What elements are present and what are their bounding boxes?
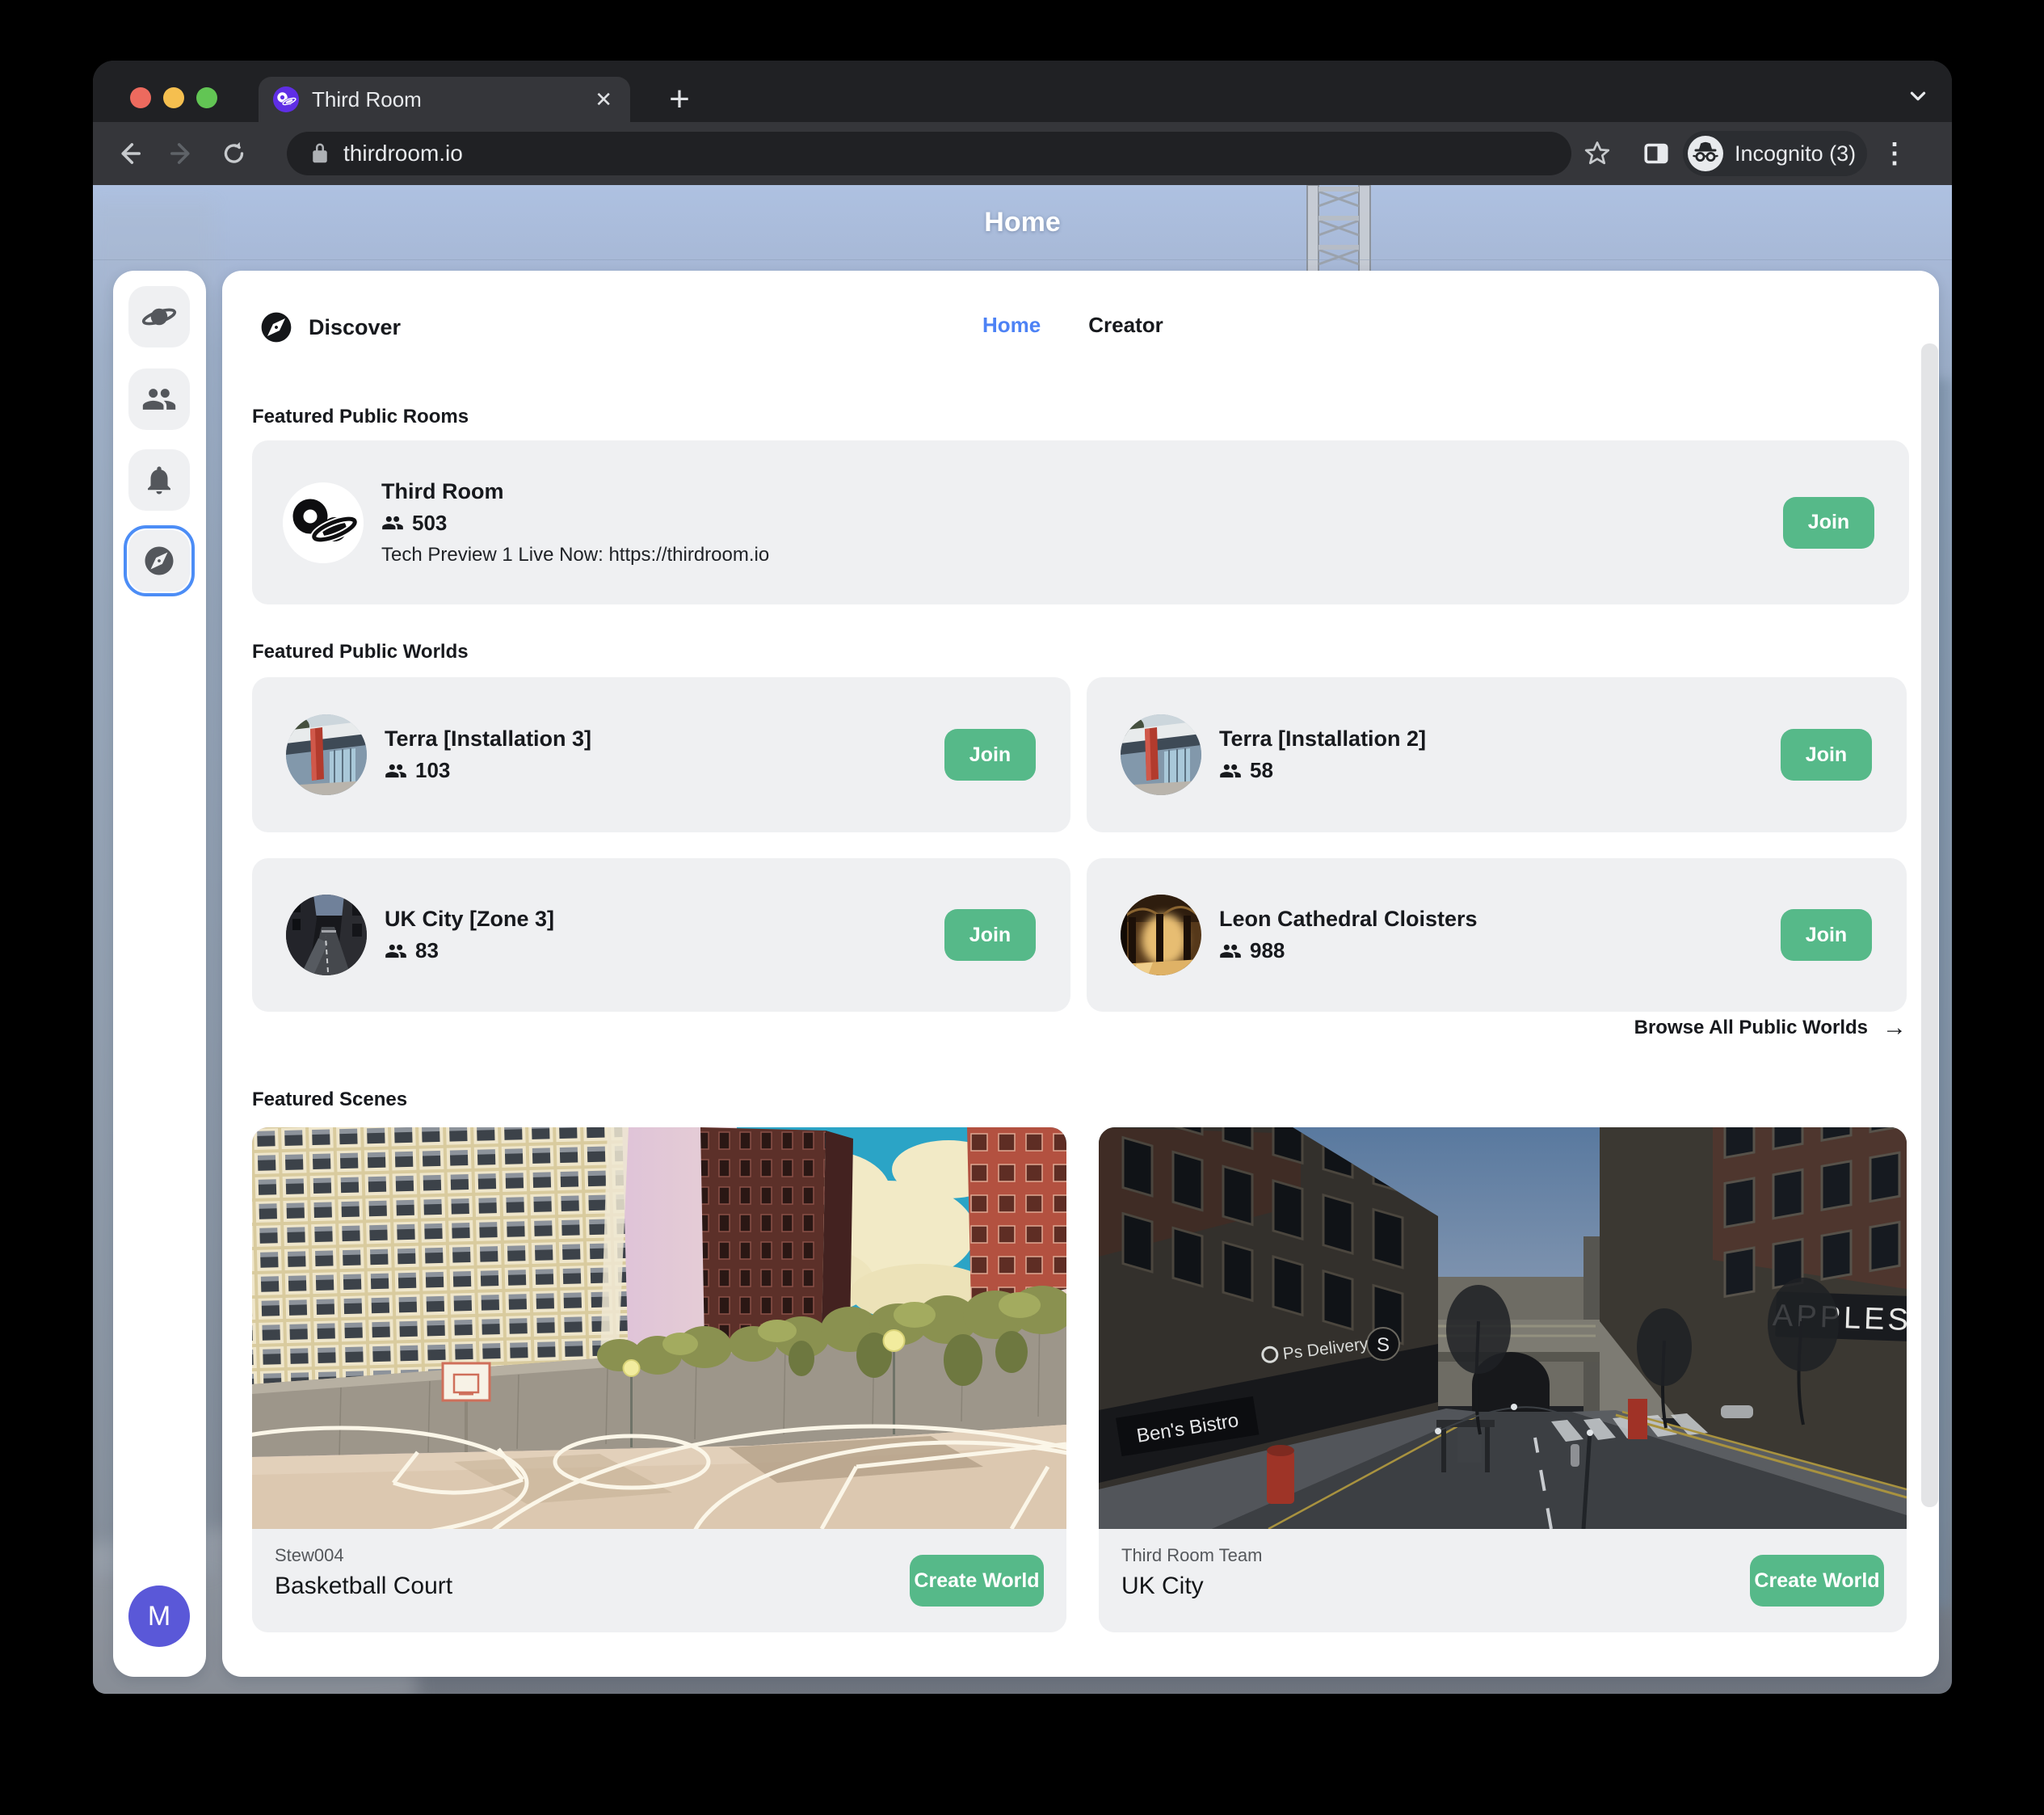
traffic-light-close[interactable]	[130, 87, 151, 108]
people-icon	[141, 381, 177, 417]
world-members: 83	[385, 938, 554, 963]
world-card: Leon Cathedral Cloisters 988 Join	[1087, 858, 1907, 1012]
browser-tab[interactable]: Third Room ✕	[259, 77, 630, 122]
back-button[interactable]	[108, 133, 150, 175]
thirdroom-favicon-icon	[273, 86, 299, 112]
world-avatar	[286, 895, 367, 975]
tab-close-icon[interactable]: ✕	[591, 86, 616, 113]
member-count: 83	[415, 938, 439, 963]
world-card: Terra [Installation 2] 58 Join	[1087, 677, 1907, 832]
discover-panel: Discover Home Creator Featured Public Ro…	[222, 271, 1939, 1677]
incognito-label: Incognito (3)	[1735, 141, 1856, 166]
create-world-button[interactable]: Create World	[1750, 1555, 1884, 1607]
sidebar-item-discover[interactable]	[128, 530, 190, 592]
discover-compass-icon	[259, 310, 294, 345]
member-count: 503	[412, 511, 447, 536]
room-card: Third Room 503 Tech Preview 1 Live Now: …	[252, 440, 1909, 604]
lock-icon	[308, 141, 332, 166]
rooms-heading: Featured Public Rooms	[252, 406, 469, 428]
browser-window: Third Room ✕ +	[93, 61, 1952, 1694]
tab-home[interactable]: Home	[982, 313, 1041, 338]
app-header: Home	[93, 185, 1952, 260]
discover-header: Discover	[259, 310, 401, 345]
join-button[interactable]: Join	[944, 909, 1036, 961]
room-members: 503	[381, 511, 769, 536]
tab-creator[interactable]: Creator	[1088, 313, 1163, 338]
members-icon	[385, 940, 407, 962]
world-name: Terra [Installation 3]	[385, 726, 591, 752]
sidebar-item-friends[interactable]	[128, 368, 190, 430]
world-members: 988	[1219, 938, 1478, 963]
world-avatar	[1121, 895, 1201, 975]
member-count: 58	[1250, 758, 1273, 783]
reload-button[interactable]	[213, 133, 255, 175]
scene-image-uk-city: APPLES	[1099, 1127, 1907, 1529]
join-button[interactable]: Join	[1781, 729, 1872, 781]
screenshot-root: Third Room ✕ +	[0, 0, 2044, 1815]
page-title: Home	[984, 207, 1060, 238]
member-count: 988	[1250, 938, 1285, 963]
bookmark-star-icon[interactable]	[1576, 133, 1618, 175]
member-count: 103	[415, 758, 450, 783]
browser-toolbar: thirdroom.io I	[93, 122, 1952, 185]
tab-search-chevron-icon[interactable]	[1902, 80, 1934, 112]
overflow-menu-icon[interactable]: ⋮	[1874, 133, 1916, 175]
avatar-letter: M	[148, 1601, 170, 1632]
join-button[interactable]: Join	[944, 729, 1036, 781]
world-card: Terra [Installation 3] 103 Join	[252, 677, 1070, 832]
scene-footer: Third Room Team UK City Create World	[1099, 1529, 1907, 1632]
sidebar-item-worlds[interactable]	[128, 286, 190, 347]
members-icon	[1219, 940, 1242, 962]
incognito-badge[interactable]: Incognito (3)	[1683, 131, 1867, 176]
scene-sign-s: S	[1377, 1334, 1390, 1356]
scene-card: APPLES	[1099, 1127, 1907, 1632]
world-avatar	[1121, 714, 1201, 795]
tab-title: Third Room	[312, 87, 591, 112]
scene-footer: Stew004 Basketball Court Create World	[252, 1529, 1066, 1632]
scene-card: Stew004 Basketball Court Create World	[252, 1127, 1066, 1632]
worlds-heading: Featured Public Worlds	[252, 641, 469, 663]
planet-icon	[141, 299, 177, 335]
world-avatar	[286, 714, 367, 795]
room-avatar	[283, 482, 364, 563]
url-bar[interactable]: thirdroom.io	[287, 132, 1571, 175]
url-text: thirdroom.io	[343, 141, 463, 166]
panel-scrollbar-thumb[interactable]	[1921, 343, 1938, 1507]
compass-icon	[142, 544, 176, 578]
user-avatar[interactable]: M	[128, 1585, 190, 1647]
world-name: Terra [Installation 2]	[1219, 726, 1426, 752]
sidebar-item-notifications[interactable]	[128, 449, 190, 511]
world-card: UK City [Zone 3] 83 Join	[252, 858, 1070, 1012]
new-tab-button[interactable]: +	[658, 78, 700, 120]
tab-strip: Third Room ✕ +	[93, 61, 1952, 122]
room-description: Tech Preview 1 Live Now: https://thirdro…	[381, 544, 769, 566]
forward-button[interactable]	[161, 133, 203, 175]
browse-all-link[interactable]: Browse All Public Worlds →	[1634, 1016, 1907, 1040]
discover-title: Discover	[309, 315, 401, 340]
incognito-spy-icon	[1688, 136, 1723, 171]
bell-icon	[142, 463, 176, 497]
world-name: Leon Cathedral Cloisters	[1219, 907, 1478, 932]
discover-tabs: Home Creator	[982, 313, 1163, 338]
world-members: 58	[1219, 758, 1426, 783]
scenes-heading: Featured Scenes	[252, 1089, 407, 1111]
traffic-light-zoom[interactable]	[196, 87, 217, 108]
traffic-light-minimize[interactable]	[163, 87, 184, 108]
arrow-right-icon: →	[1882, 1016, 1907, 1040]
members-icon	[385, 760, 407, 782]
room-name: Third Room	[381, 479, 769, 504]
members-icon	[381, 512, 404, 534]
world-members: 103	[385, 758, 591, 783]
scene-image-basketball-court	[252, 1127, 1066, 1529]
sidebar: M	[113, 271, 206, 1677]
app-area: Home	[93, 185, 1952, 1694]
create-world-button[interactable]: Create World	[910, 1555, 1044, 1607]
room-info: Third Room 503 Tech Preview 1 Live Now: …	[381, 479, 769, 566]
join-button[interactable]: Join	[1783, 497, 1874, 549]
side-panel-icon[interactable]	[1635, 133, 1677, 175]
join-button[interactable]: Join	[1781, 909, 1872, 961]
members-icon	[1219, 760, 1242, 782]
browse-all-label: Browse All Public Worlds	[1634, 1017, 1868, 1039]
world-name: UK City [Zone 3]	[385, 907, 554, 932]
